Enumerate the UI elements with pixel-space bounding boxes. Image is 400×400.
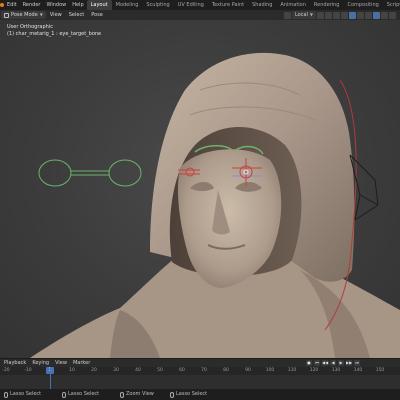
- tick-label: 150: [375, 368, 385, 373]
- proportional-edit-icon[interactable]: [333, 11, 340, 19]
- eye-target-bone[interactable]: [38, 159, 142, 187]
- menu-select[interactable]: Select: [66, 11, 87, 19]
- tab-texture-paint[interactable]: Texture Paint: [208, 0, 248, 10]
- menu-pose[interactable]: Pose: [88, 11, 106, 19]
- menu-view[interactable]: View: [47, 11, 65, 19]
- mouse-right-icon: [170, 391, 174, 398]
- playback-controls: ● ⏮ ◀◀ ◀ ▶ ▶▶ ⏭: [306, 360, 400, 366]
- object-info: (1) char_metarig_1 : eye_target_bone: [7, 31, 102, 37]
- mode-label: Pose Mode: [11, 12, 38, 18]
- viewport-info: User Orthographic (1) char_metarig_1 : e…: [7, 24, 101, 38]
- mode-dropdown[interactable]: Pose Mode ▼: [1, 11, 46, 19]
- chevron-down-icon: ▼: [309, 12, 313, 17]
- orientation-dropdown[interactable]: Local ▼: [291, 11, 316, 19]
- menu-help[interactable]: Help: [69, 0, 86, 10]
- next-keyframe-icon[interactable]: ▶▶: [346, 360, 352, 366]
- timeline-ruler[interactable]: -20 -10 10 20 30 40 50 60 70 80 90 100 1…: [0, 367, 400, 375]
- magnet-icon[interactable]: [325, 11, 332, 19]
- tick-label: -20: [2, 368, 10, 373]
- wireframe-shading-icon[interactable]: [365, 11, 372, 19]
- jump-start-icon[interactable]: ⏮: [314, 360, 320, 366]
- tick-label: 30: [113, 368, 119, 373]
- overlay-icon[interactable]: [349, 11, 356, 19]
- visibility-icon[interactable]: [341, 11, 348, 19]
- tab-shading[interactable]: Shading: [248, 0, 276, 10]
- play-reverse-icon[interactable]: ◀: [330, 360, 336, 366]
- tick-label: 40: [135, 368, 141, 373]
- mouse-middle-icon: [62, 391, 66, 398]
- tick-label: 90: [245, 368, 251, 373]
- chevron-down-icon: ▼: [39, 12, 43, 17]
- menu-window[interactable]: Window: [44, 0, 70, 10]
- menu-marker[interactable]: Marker: [71, 359, 92, 367]
- xray-icon[interactable]: [357, 11, 364, 19]
- tick-label: -10: [24, 368, 32, 373]
- view-name: User Orthographic: [7, 24, 53, 30]
- status-middle: Lasso Select: [62, 389, 99, 400]
- timeline-header: Playback Keying View Marker ● ⏮ ◀◀ ◀ ▶ ▶…: [0, 358, 400, 367]
- tab-uv-editing[interactable]: UV Editing: [174, 0, 208, 10]
- tab-scripting[interactable]: Scripting: [383, 0, 400, 10]
- status-zoom: Zoom View: [120, 389, 154, 400]
- status-right-label: Lasso Select: [176, 391, 208, 397]
- tick-label: 50: [157, 368, 163, 373]
- status-middle-label: Lasso Select: [68, 391, 100, 397]
- tick-label: 140: [353, 368, 363, 373]
- tick-label: 80: [223, 368, 229, 373]
- snap-icon[interactable]: [317, 11, 324, 19]
- tab-modeling[interactable]: Modeling: [112, 0, 143, 10]
- rendered-shading-icon[interactable]: [389, 11, 396, 19]
- status-left: Lasso Select: [4, 389, 41, 400]
- status-zoom-label: Zoom View: [126, 391, 154, 397]
- top-menu-bar: Edit Render Window Help Layout Modeling …: [0, 0, 400, 10]
- material-shading-icon[interactable]: [381, 11, 388, 19]
- status-right: Lasso Select: [170, 389, 207, 400]
- tick-label: 110: [287, 368, 297, 373]
- prev-keyframe-icon[interactable]: ◀◀: [322, 360, 328, 366]
- tick-label: 20: [91, 368, 97, 373]
- transform-pivot-icon[interactable]: [283, 11, 291, 19]
- viewport-header: Pose Mode ▼ View Select Pose Local ▼: [0, 10, 400, 20]
- orientation-label: Local: [294, 12, 308, 18]
- menu-playback[interactable]: Playback: [2, 359, 28, 367]
- tick-label: 100: [265, 368, 275, 373]
- record-icon[interactable]: ●: [306, 360, 312, 366]
- tab-compositing[interactable]: Compositing: [343, 0, 382, 10]
- jump-end-icon[interactable]: ⏭: [354, 360, 360, 366]
- playhead[interactable]: [50, 367, 51, 389]
- 3d-viewport[interactable]: User Orthographic (1) char_metarig_1 : e…: [0, 20, 400, 358]
- status-bar: Lasso Select Lasso Select Zoom View Lass…: [0, 389, 400, 400]
- tab-rendering[interactable]: Rendering: [310, 0, 344, 10]
- tick-label: 10: [69, 368, 75, 373]
- menu-edit[interactable]: Edit: [4, 0, 20, 10]
- scene-render: [30, 52, 400, 358]
- tick-label: 130: [331, 368, 341, 373]
- mouse-left-icon: [4, 391, 8, 398]
- timeline-track-area[interactable]: [0, 375, 400, 389]
- tab-sculpting[interactable]: Sculpting: [142, 0, 173, 10]
- menu-keying[interactable]: Keying: [30, 359, 51, 367]
- tab-layout[interactable]: Layout: [86, 0, 112, 10]
- mouse-wheel-icon: [120, 391, 124, 398]
- tick-label: 70: [201, 368, 207, 373]
- tab-animation[interactable]: Animation: [276, 0, 310, 10]
- tick-label: 60: [179, 368, 185, 373]
- menu-render[interactable]: Render: [20, 0, 44, 10]
- tick-label: 120: [309, 368, 319, 373]
- pose-mode-icon: [4, 12, 9, 18]
- play-icon[interactable]: ▶: [338, 360, 344, 366]
- menu-timeline-view[interactable]: View: [53, 359, 69, 367]
- status-left-label: Lasso Select: [10, 391, 42, 397]
- solid-shading-icon[interactable]: [373, 11, 380, 19]
- header-tools: Local ▼: [283, 11, 400, 19]
